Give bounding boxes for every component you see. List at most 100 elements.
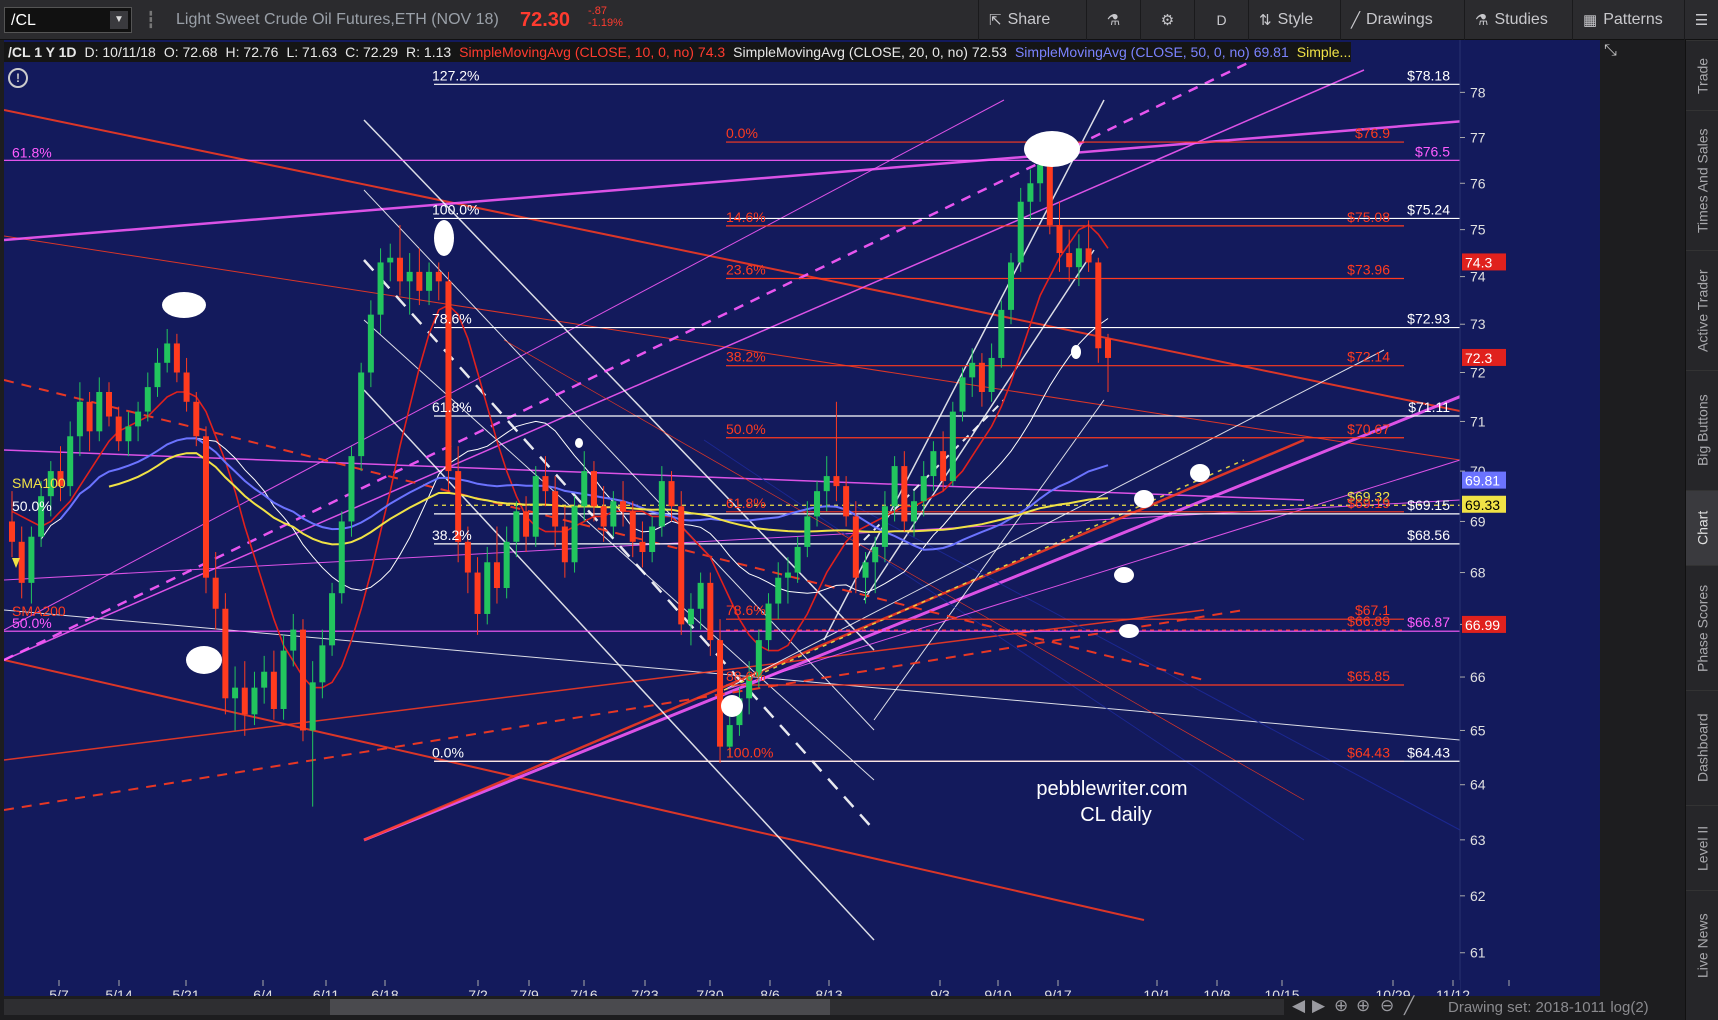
zoom-in-icon[interactable]: ⊕ [1356, 996, 1370, 1016]
left-edge-label: 50.0% [12, 615, 52, 631]
trend-line [863, 249, 1095, 601]
price-level-label: $73.96 [1347, 262, 1390, 278]
fib-label-red: 50.0% [726, 421, 766, 437]
highlight-ellipse [1190, 464, 1210, 482]
candle-body [1008, 262, 1015, 310]
price-level-label: $66.89 [1347, 613, 1390, 629]
studies-button[interactable]: ⚗ Studies [1464, 0, 1572, 40]
price-level-label: $70.67 [1347, 421, 1390, 437]
price-level-label: $72.14 [1347, 349, 1390, 365]
flask-button[interactable]: ⚗ [1086, 0, 1140, 40]
more-studies-label[interactable]: Simple... [1297, 44, 1351, 60]
candle-body [426, 271, 433, 291]
bar-date: D: 10/11/18 [84, 44, 156, 60]
fib-label-white: 78.6% [432, 311, 472, 327]
tab-active-trader-label: Active Trader [1694, 269, 1711, 352]
candle-body [435, 271, 442, 282]
candle-body [493, 562, 500, 589]
sma20-value: 72.53 [971, 44, 1007, 60]
y-tick-label: 64 [1470, 777, 1486, 793]
price-level-label: $71.11 [1408, 399, 1450, 415]
y-tick-label: 68 [1470, 565, 1486, 581]
fib-label-white: 0.0% [432, 744, 464, 760]
style-icon: ⇅ [1259, 12, 1272, 29]
tab-big-buttons[interactable]: Big Buttons [1686, 370, 1718, 490]
symbol-period: /CL 1 Y 1D [8, 44, 77, 60]
crosshair-icon[interactable]: ⊕ [1334, 996, 1348, 1016]
candle-body [930, 451, 937, 477]
chart-area[interactable]: 61626364656667686970717273747576777874.3… [3, 40, 1601, 1006]
tab-live-news[interactable]: Live News [1686, 890, 1718, 1000]
candle-body [270, 671, 277, 709]
settings-button[interactable]: ⚙ [1140, 0, 1194, 40]
y-tick-label: 66 [1470, 669, 1486, 685]
zoom-out-icon[interactable]: ⊖ [1380, 996, 1394, 1016]
candle-body [18, 541, 25, 583]
style-button[interactable]: ⇅ Style [1248, 0, 1340, 40]
candle-body [484, 562, 491, 614]
sma20-label[interactable]: SimpleMovingAvg (CLOSE, 20, 0, no) [733, 44, 968, 60]
tab-times-and-sales[interactable]: Times And Sales [1686, 110, 1718, 250]
period-button[interactable]: D [1194, 0, 1248, 40]
sma10-label[interactable]: SimpleMovingAvg (CLOSE, 10, 0, no) [459, 44, 694, 60]
last-price: 72.30 [520, 9, 571, 31]
price-badge-label: 74.3 [1465, 254, 1492, 270]
pan-right-icon[interactable]: ▶ [1312, 996, 1325, 1016]
chevron-down-icon[interactable]: ▼ [110, 11, 128, 29]
candle-body [590, 471, 597, 507]
share-button[interactable]: ⇱ Share [978, 0, 1086, 40]
candle-body [154, 362, 161, 388]
patterns-button[interactable]: ▦ Patterns [1572, 0, 1684, 40]
drawings-button[interactable]: ╱ Drawings [1340, 0, 1464, 40]
candle-body [620, 501, 627, 512]
candle-body [571, 506, 578, 563]
tab-phase-scores[interactable]: Phase Scores [1686, 565, 1718, 690]
highlight-ellipse [721, 695, 743, 717]
fib-label-red: 88.6% [726, 668, 766, 684]
symbol-input[interactable]: /CL ▼ [4, 7, 132, 33]
candle-body [396, 257, 403, 282]
price-level-label: $69.15 [1407, 497, 1450, 513]
candle-body [639, 541, 646, 553]
left-edge-label: 61.8% [12, 144, 52, 160]
alert-icon[interactable]: ! [8, 68, 28, 88]
candle-body [309, 682, 316, 731]
sma50-label[interactable]: SimpleMovingAvg (CLOSE, 50, 0, no) [1015, 44, 1250, 60]
pan-left-icon[interactable]: ◀ [1292, 996, 1305, 1016]
cursor-icon[interactable]: ╱ [1404, 996, 1414, 1016]
highlight-ellipse [1119, 624, 1139, 638]
tab-dashboard-label: Dashboard [1694, 713, 1711, 783]
candle-body [610, 501, 617, 527]
chart-canvas[interactable]: 61626364656667686970717273747576777874.3… [3, 40, 1601, 1006]
tab-dashboard[interactable]: Dashboard [1686, 690, 1718, 805]
tab-trade[interactable]: Trade [1686, 40, 1718, 110]
price-level-label: $75.24 [1407, 201, 1450, 217]
candle-body [232, 687, 239, 699]
y-tick-label: 69 [1470, 513, 1486, 529]
expand-icon[interactable]: ⤡ [1604, 42, 1617, 60]
fib-label-red: 78.6% [726, 602, 766, 618]
price-level-label: $69.19 [1347, 495, 1390, 511]
tab-level-ii-label: Level II [1694, 825, 1711, 871]
tab-active-trader[interactable]: Active Trader [1686, 250, 1718, 370]
candle-body [125, 426, 132, 442]
price-level-label: $76.9 [1355, 125, 1390, 141]
candle-body [329, 593, 336, 646]
candle-body [862, 562, 869, 578]
y-tick-label: 63 [1470, 832, 1486, 848]
tab-level-ii[interactable]: Level II [1686, 805, 1718, 890]
highlight-ellipse [575, 438, 583, 448]
candle-body [503, 541, 510, 589]
candle-body [348, 456, 355, 522]
candle-body [532, 476, 539, 537]
scrollbar-thumb[interactable] [330, 999, 830, 1015]
drawing-set-label[interactable]: Drawing set: 2018-1011 log(2) [1448, 999, 1649, 1016]
menu-button[interactable]: ☰ [1684, 0, 1718, 40]
study-info-bar: /CL 1 Y 1D D: 10/11/18 O: 72.68 H: 72.76… [4, 42, 1352, 62]
tab-chart[interactable]: Chart [1686, 490, 1718, 565]
candle-body [784, 572, 791, 578]
price-badge-label: 69.33 [1465, 497, 1500, 513]
candle-body [261, 671, 268, 688]
price-level-label: $78.18 [1407, 67, 1450, 83]
price-level-label: $64.43 [1347, 744, 1390, 760]
